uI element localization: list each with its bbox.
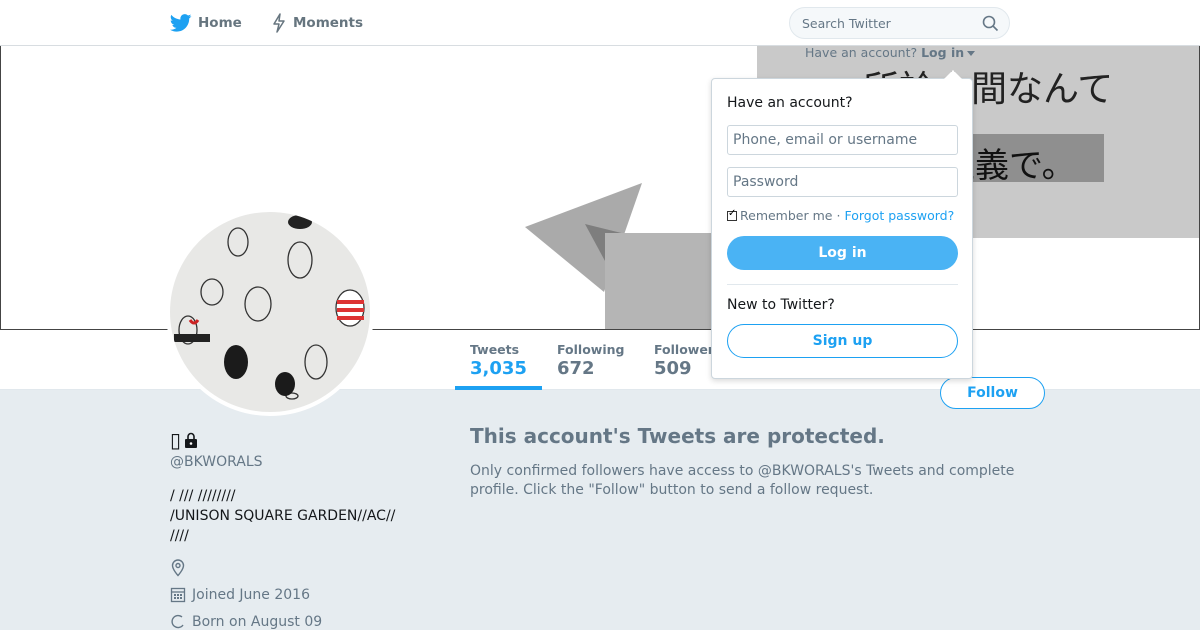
chevron-down-icon	[967, 51, 976, 56]
follow-button[interactable]: Follow	[940, 377, 1045, 409]
separator: ·	[836, 208, 841, 223]
have-account-prompt: Have an account?	[805, 45, 918, 60]
password-field[interactable]: Password	[727, 167, 958, 197]
forgot-password-link[interactable]: Forgot password?	[844, 208, 954, 223]
nav-home[interactable]: Home	[170, 0, 242, 46]
new-to-twitter: New to Twitter?	[727, 297, 835, 313]
remember-label: Remember me	[740, 208, 833, 223]
protected-text: Only confirmed followers have access to …	[470, 463, 1015, 498]
login-link[interactable]: Log in	[921, 45, 964, 60]
profile-name: ▯	[170, 428, 199, 452]
avatar[interactable]	[166, 208, 374, 416]
profile-birthday: Born on August 09	[170, 614, 322, 630]
tab-tweets[interactable]: Tweets 3,035	[470, 342, 527, 379]
balloon-icon	[170, 614, 186, 630]
profile-handle: @BKWORALS	[170, 454, 263, 470]
calendar-icon	[170, 586, 186, 603]
protected-title: This account's Tweets are protected.	[470, 424, 885, 448]
active-tab-indicator	[455, 386, 542, 390]
profile-location	[170, 559, 192, 577]
birthday-text: Born on August 09	[192, 614, 323, 630]
nav-home-label: Home	[198, 15, 242, 31]
following-count: 672	[557, 358, 595, 379]
signup-button[interactable]: Sign up	[727, 324, 958, 358]
profile-bio: / /// //////// /UNISON SQUARE GARDEN//AC…	[170, 486, 410, 546]
tab-following[interactable]: Following 672	[557, 342, 624, 379]
search-input[interactable]: Search Twitter	[789, 7, 1010, 39]
avatar-image	[170, 212, 370, 412]
top-nav: Home Moments Search Twitter	[0, 0, 1200, 46]
profile-name-text: ▯	[170, 428, 182, 452]
login-toggle[interactable]: Have an account? Log in	[805, 45, 976, 60]
remember-checkbox[interactable]	[727, 208, 737, 221]
followers-label: Followers	[654, 342, 712, 357]
location-pin-icon	[170, 559, 186, 577]
nav-moments[interactable]: Moments	[271, 0, 363, 46]
divider	[727, 284, 958, 285]
remember-row: Remember me · Forgot password?	[727, 208, 954, 223]
following-label: Following	[557, 342, 625, 357]
lock-icon	[183, 432, 199, 448]
login-button[interactable]: Log in	[727, 236, 958, 270]
login-dropdown-title: Have an account?	[727, 95, 853, 111]
twitter-bird-icon	[170, 14, 192, 32]
search-icon[interactable]	[982, 15, 999, 35]
username-placeholder: Phone, email or username	[733, 132, 918, 148]
lightning-icon	[271, 13, 287, 33]
username-field[interactable]: Phone, email or username	[727, 125, 958, 155]
bio-line: ////	[170, 528, 189, 544]
bio-line: / /// ////////	[170, 488, 236, 504]
tab-followers[interactable]: Followers 509	[654, 342, 712, 379]
password-placeholder: Password	[733, 174, 799, 190]
tweets-count: 3,035	[470, 358, 527, 379]
tweets-label: Tweets	[470, 342, 520, 357]
search-placeholder: Search Twitter	[802, 15, 891, 31]
nav-moments-label: Moments	[293, 15, 364, 31]
followers-count: 509	[654, 358, 692, 379]
login-dropdown: Have an account? Phone, email or usernam…	[711, 70, 973, 379]
profile-joined: Joined June 2016	[170, 586, 310, 603]
bio-line: /UNISON SQUARE GARDEN//AC//	[170, 508, 396, 524]
joined-date: Joined June 2016	[192, 586, 310, 603]
